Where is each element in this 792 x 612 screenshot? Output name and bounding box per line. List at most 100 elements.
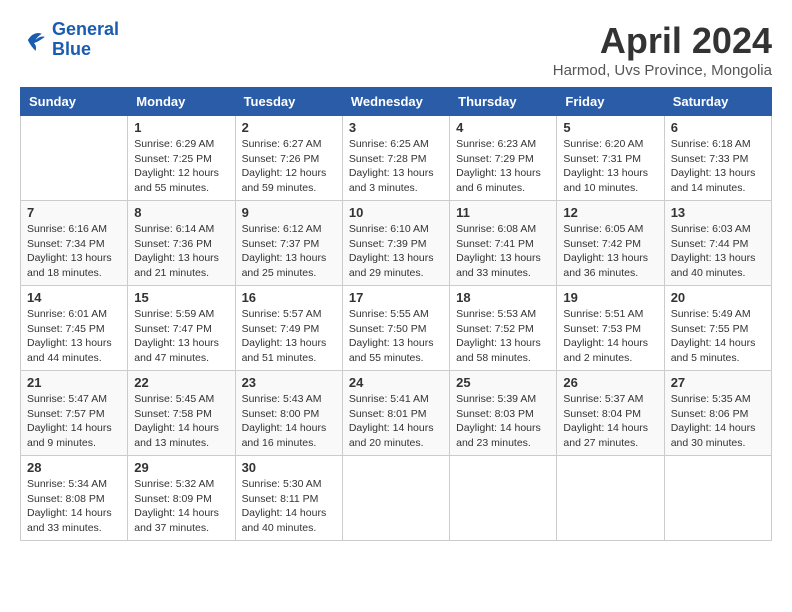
cell-info: Sunrise: 6:27 AMSunset: 7:26 PMDaylight:… xyxy=(242,137,336,196)
calendar-cell: 23Sunrise: 5:43 AMSunset: 8:00 PMDayligh… xyxy=(235,371,342,456)
calendar-week-2: 7 Sunrise: 6:16 AMSunset: 7:34 PMDaylight… xyxy=(21,201,772,286)
header-tuesday: Tuesday xyxy=(235,88,342,116)
day-number: 19 xyxy=(563,290,657,305)
calendar-cell: 10 Sunrise: 6:10 AMSunset: 7:39 PMDayligh… xyxy=(342,201,449,286)
cell-info: Sunrise: 5:41 AMSunset: 8:01 PMDaylight:… xyxy=(349,392,443,451)
header-monday: Monday xyxy=(128,88,235,116)
cell-info: Sunrise: 6:25 AMSunset: 7:28 PMDaylight:… xyxy=(349,137,443,196)
calendar-cell: 14Sunrise: 6:01 AMSunset: 7:45 PMDayligh… xyxy=(21,286,128,371)
cell-info: Sunrise: 5:35 AMSunset: 8:06 PMDaylight:… xyxy=(671,392,765,451)
cell-info: Sunrise: 5:51 AMSunset: 7:53 PMDaylight:… xyxy=(563,307,657,366)
day-number: 24 xyxy=(349,375,443,390)
calendar-cell: 28 Sunrise: 5:34 AMSunset: 8:08 PMDayligh… xyxy=(21,456,128,541)
calendar-cell: 8 Sunrise: 6:14 AMSunset: 7:36 PMDaylight… xyxy=(128,201,235,286)
calendar-header-row: SundayMondayTuesdayWednesdayThursdayFrid… xyxy=(21,88,772,116)
cell-info: Sunrise: 5:55 AMSunset: 7:50 PMDaylight:… xyxy=(349,307,443,366)
calendar-cell: 4 Sunrise: 6:23 AMSunset: 7:29 PMDaylight… xyxy=(450,116,557,201)
cell-info: Sunrise: 6:01 AMSunset: 7:45 PMDaylight:… xyxy=(27,307,121,366)
cell-info: Sunrise: 5:45 AMSunset: 7:58 PMDaylight:… xyxy=(134,392,228,451)
day-number: 12 xyxy=(563,205,657,220)
day-number: 28 xyxy=(27,460,121,475)
calendar-cell: 13 Sunrise: 6:03 AMSunset: 7:44 PMDayligh… xyxy=(664,201,771,286)
cell-info: Sunrise: 6:03 AMSunset: 7:44 PMDaylight:… xyxy=(671,222,765,281)
day-number: 2 xyxy=(242,120,336,135)
day-number: 7 xyxy=(27,205,121,220)
calendar-body: 1Sunrise: 6:29 AMSunset: 7:25 PMDaylight… xyxy=(21,116,772,541)
calendar-cell: 22Sunrise: 5:45 AMSunset: 7:58 PMDayligh… xyxy=(128,371,235,456)
logo-text: General Blue xyxy=(52,20,119,60)
cell-info: Sunrise: 5:34 AMSunset: 8:08 PMDaylight:… xyxy=(27,477,121,536)
day-number: 29 xyxy=(134,460,228,475)
cell-info: Sunrise: 6:12 AMSunset: 7:37 PMDaylight:… xyxy=(242,222,336,281)
header-saturday: Saturday xyxy=(664,88,771,116)
day-number: 10 xyxy=(349,205,443,220)
calendar-cell: 26 Sunrise: 5:37 AMSunset: 8:04 PMDayligh… xyxy=(557,371,664,456)
calendar-cell: 16 Sunrise: 5:57 AMSunset: 7:49 PMDayligh… xyxy=(235,286,342,371)
calendar-week-1: 1Sunrise: 6:29 AMSunset: 7:25 PMDaylight… xyxy=(21,116,772,201)
cell-info: Sunrise: 6:14 AMSunset: 7:36 PMDaylight:… xyxy=(134,222,228,281)
calendar-cell: 12 Sunrise: 6:05 AMSunset: 7:42 PMDayligh… xyxy=(557,201,664,286)
day-number: 18 xyxy=(456,290,550,305)
calendar-cell xyxy=(342,456,449,541)
cell-info: Sunrise: 6:05 AMSunset: 7:42 PMDaylight:… xyxy=(563,222,657,281)
calendar-cell: 11 Sunrise: 6:08 AMSunset: 7:41 PMDayligh… xyxy=(450,201,557,286)
calendar-cell: 6 Sunrise: 6:18 AMSunset: 7:33 PMDaylight… xyxy=(664,116,771,201)
day-number: 26 xyxy=(563,375,657,390)
day-number: 27 xyxy=(671,375,765,390)
cell-info: Sunrise: 6:16 AMSunset: 7:34 PMDaylight:… xyxy=(27,222,121,281)
cell-info: Sunrise: 6:08 AMSunset: 7:41 PMDaylight:… xyxy=(456,222,550,281)
day-number: 6 xyxy=(671,120,765,135)
cell-info: Sunrise: 5:57 AMSunset: 7:49 PMDaylight:… xyxy=(242,307,336,366)
day-number: 13 xyxy=(671,205,765,220)
calendar-cell xyxy=(21,116,128,201)
cell-info: Sunrise: 5:53 AMSunset: 7:52 PMDaylight:… xyxy=(456,307,550,366)
day-number: 8 xyxy=(134,205,228,220)
day-number: 16 xyxy=(242,290,336,305)
cell-info: Sunrise: 5:47 AMSunset: 7:57 PMDaylight:… xyxy=(27,392,121,451)
cell-info: Sunrise: 6:10 AMSunset: 7:39 PMDaylight:… xyxy=(349,222,443,281)
header-thursday: Thursday xyxy=(450,88,557,116)
calendar-cell: 27 Sunrise: 5:35 AMSunset: 8:06 PMDayligh… xyxy=(664,371,771,456)
calendar-cell xyxy=(557,456,664,541)
cell-info: Sunrise: 5:39 AMSunset: 8:03 PMDaylight:… xyxy=(456,392,550,451)
calendar-cell xyxy=(664,456,771,541)
calendar-cell: 30Sunrise: 5:30 AMSunset: 8:11 PMDayligh… xyxy=(235,456,342,541)
location: Harmod, Uvs Province, Mongolia xyxy=(553,62,772,79)
calendar-cell: 5Sunrise: 6:20 AMSunset: 7:31 PMDaylight… xyxy=(557,116,664,201)
calendar-cell: 21 Sunrise: 5:47 AMSunset: 7:57 PMDayligh… xyxy=(21,371,128,456)
calendar-cell: 2 Sunrise: 6:27 AMSunset: 7:26 PMDaylight… xyxy=(235,116,342,201)
calendar-cell: 29 Sunrise: 5:32 AMSunset: 8:09 PMDayligh… xyxy=(128,456,235,541)
day-number: 3 xyxy=(349,120,443,135)
calendar-table: SundayMondayTuesdayWednesdayThursdayFrid… xyxy=(20,87,772,541)
cell-info: Sunrise: 5:37 AMSunset: 8:04 PMDaylight:… xyxy=(563,392,657,451)
cell-info: Sunrise: 5:49 AMSunset: 7:55 PMDaylight:… xyxy=(671,307,765,366)
calendar-cell xyxy=(450,456,557,541)
cell-info: Sunrise: 6:29 AMSunset: 7:25 PMDaylight:… xyxy=(134,137,228,196)
day-number: 5 xyxy=(563,120,657,135)
page-header: General Blue April 2024 Harmod, Uvs Prov… xyxy=(20,20,772,79)
calendar-cell: 25Sunrise: 5:39 AMSunset: 8:03 PMDayligh… xyxy=(450,371,557,456)
calendar-week-5: 28 Sunrise: 5:34 AMSunset: 8:08 PMDayligh… xyxy=(21,456,772,541)
title-block: April 2024 Harmod, Uvs Province, Mongoli… xyxy=(553,20,772,79)
calendar-cell: 7 Sunrise: 6:16 AMSunset: 7:34 PMDaylight… xyxy=(21,201,128,286)
calendar-cell: 3 Sunrise: 6:25 AMSunset: 7:28 PMDaylight… xyxy=(342,116,449,201)
cell-info: Sunrise: 5:43 AMSunset: 8:00 PMDaylight:… xyxy=(242,392,336,451)
day-number: 17 xyxy=(349,290,443,305)
cell-info: Sunrise: 5:32 AMSunset: 8:09 PMDaylight:… xyxy=(134,477,228,536)
calendar-cell: 18 Sunrise: 5:53 AMSunset: 7:52 PMDayligh… xyxy=(450,286,557,371)
calendar-cell: 1Sunrise: 6:29 AMSunset: 7:25 PMDaylight… xyxy=(128,116,235,201)
header-sunday: Sunday xyxy=(21,88,128,116)
day-number: 4 xyxy=(456,120,550,135)
cell-info: Sunrise: 6:18 AMSunset: 7:33 PMDaylight:… xyxy=(671,137,765,196)
day-number: 21 xyxy=(27,375,121,390)
calendar-week-3: 14Sunrise: 6:01 AMSunset: 7:45 PMDayligh… xyxy=(21,286,772,371)
cell-info: Sunrise: 5:30 AMSunset: 8:11 PMDaylight:… xyxy=(242,477,336,536)
day-number: 20 xyxy=(671,290,765,305)
calendar-cell: 24 Sunrise: 5:41 AMSunset: 8:01 PMDayligh… xyxy=(342,371,449,456)
cell-info: Sunrise: 5:59 AMSunset: 7:47 PMDaylight:… xyxy=(134,307,228,366)
header-friday: Friday xyxy=(557,88,664,116)
day-number: 11 xyxy=(456,205,550,220)
calendar-cell: 9Sunrise: 6:12 AMSunset: 7:37 PMDaylight… xyxy=(235,201,342,286)
logo: General Blue xyxy=(20,20,119,60)
cell-info: Sunrise: 6:23 AMSunset: 7:29 PMDaylight:… xyxy=(456,137,550,196)
